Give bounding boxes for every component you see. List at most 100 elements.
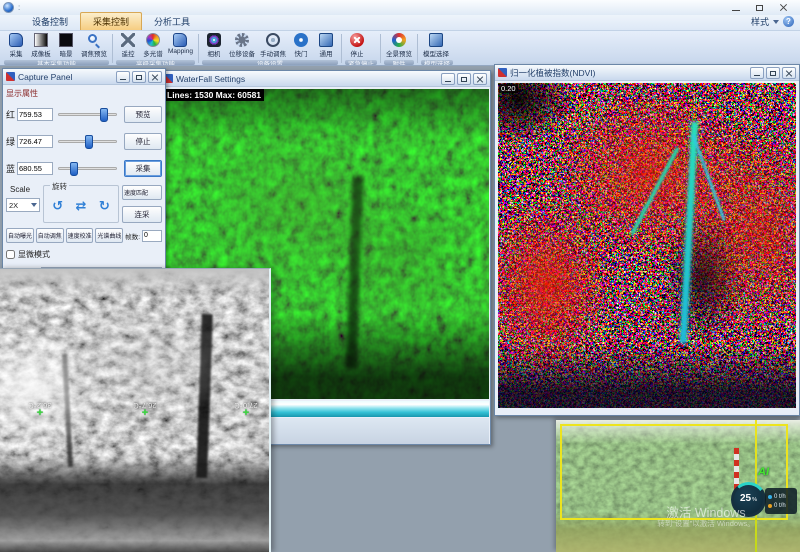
stage-device-button[interactable]: 位移设备	[227, 32, 257, 59]
maximize-button[interactable]	[457, 73, 471, 85]
ndvi-image-view[interactable]: 0.20	[498, 83, 796, 408]
thermal-image-view[interactable]: 36.2℃ + 26.7℃ + 27.0℃ +	[0, 269, 269, 552]
tab-device-control[interactable]: 设备控制	[20, 13, 80, 30]
flip-horizontal-icon[interactable]: ⇄	[76, 200, 87, 213]
camera-settings-button[interactable]: 相机	[202, 32, 226, 59]
speed-calibration-button[interactable]: 速度校准	[66, 228, 94, 243]
manual-focus-icon	[266, 33, 280, 47]
ndvi-value-overlay: 0.20	[499, 84, 518, 93]
rotate-group: 旋转 ↺ ⇄ ↻	[43, 185, 119, 223]
drone-icon	[121, 33, 135, 47]
button-label: 位移设备	[229, 48, 255, 58]
minimize-button[interactable]	[750, 67, 764, 79]
micro-mode-checkbox[interactable]	[6, 250, 15, 259]
ribbon-group-model-select: 模型选择 模型选择	[419, 32, 455, 65]
style-menu[interactable]: 样式	[751, 15, 769, 28]
green-slider-thumb[interactable]	[85, 135, 93, 149]
rotate-left-icon[interactable]: ↺	[52, 200, 63, 213]
blue-channel-row: 蓝 采集	[6, 155, 162, 182]
monitor-icon	[319, 33, 333, 47]
preview-button[interactable]: 预览	[124, 106, 162, 123]
close-button[interactable]	[148, 71, 162, 83]
model-select-button[interactable]: 模型选择	[421, 32, 451, 59]
button-label: 相机	[207, 48, 220, 58]
stop-button[interactable]: 停止	[124, 133, 162, 150]
scale-value: 2X	[9, 201, 18, 210]
close-button[interactable]	[782, 67, 796, 79]
capture-button[interactable]: 采集	[4, 32, 28, 59]
app-window: : 设备控制 采集控制 分析工具 样式 ? 采集 成像板 暗景 调焦预览 基本采…	[0, 0, 800, 552]
lines-max-overlay: Lines: 1530 Max: 60581	[164, 89, 264, 101]
group-label: 基本采集功能	[4, 60, 109, 65]
display-properties-label: 显示属性	[6, 88, 162, 99]
blue-slider-thumb[interactable]	[70, 162, 78, 176]
group-label: 高级采集功能	[116, 60, 195, 65]
help-icon[interactable]: ?	[783, 16, 794, 27]
spectral-curve-button[interactable]: 光谱曲线	[95, 228, 123, 243]
micro-mode-label: 显微模式	[18, 249, 50, 260]
minimize-button[interactable]	[727, 2, 745, 14]
group-label: 附件	[384, 60, 414, 65]
ndvi-window: 归一化植被指数(NDVI)	[494, 64, 800, 416]
imaging-board-button[interactable]: 成像板	[29, 32, 53, 59]
model-monitor-icon	[429, 33, 443, 47]
blue-slider[interactable]	[58, 167, 117, 170]
scale-label: Scale	[6, 185, 40, 194]
shutter-button[interactable]: 快门	[289, 32, 313, 59]
blue-wavelength-input[interactable]	[17, 162, 53, 175]
maximize-button[interactable]	[132, 71, 146, 83]
panorama-preview-button[interactable]: 全景预览	[384, 32, 414, 59]
auto-exposure-button[interactable]: 自动曝光	[6, 228, 34, 243]
mapping-button[interactable]: Mapping	[166, 32, 195, 56]
focus-preview-button[interactable]: 调焦预览	[79, 32, 109, 59]
button-label: Mapping	[168, 48, 193, 55]
video-view[interactable]: AI 25 % 0 t/h 0 t/h 激活 Windows 转到“设置”以激活…	[556, 420, 800, 552]
minimize-button[interactable]	[116, 71, 130, 83]
maximize-button[interactable]	[751, 2, 769, 14]
ribbon-group-advanced-capture: 遥控 多光谱 Mapping 高级采集功能	[114, 32, 197, 65]
crosshair-icon: +	[125, 410, 165, 417]
minimize-button[interactable]	[441, 73, 455, 85]
tab-analysis-tools[interactable]: 分析工具	[142, 13, 202, 30]
close-button[interactable]	[775, 2, 793, 14]
waterfall-titlebar[interactable]: WaterFall Settings	[161, 71, 490, 87]
multispectral-button[interactable]: 多光谱	[141, 32, 165, 59]
button-label: 调焦预览	[81, 48, 107, 58]
red-slider[interactable]	[58, 113, 117, 116]
ribbon-group-basic-capture: 采集 成像板 暗景 调焦预览 基本采集功能	[2, 32, 111, 65]
general-settings-button[interactable]: 通用	[314, 32, 338, 59]
capture-panel-titlebar[interactable]: Capture Panel	[3, 69, 165, 85]
ribbon-group-accessories: 全景预览 附件	[382, 32, 416, 65]
close-button[interactable]	[473, 73, 487, 85]
rotate-right-icon[interactable]: ↻	[99, 200, 110, 213]
ribbon-group-device-settings: 相机 位移设备 手动调焦 快门 通用 设备设置	[200, 32, 340, 65]
red-wavelength-input[interactable]	[17, 108, 53, 121]
ai-label: AI	[758, 466, 769, 478]
green-wavelength-input[interactable]	[17, 135, 53, 148]
app-logo-icon[interactable]	[3, 2, 14, 13]
red-slider-thumb[interactable]	[100, 108, 108, 122]
speed-match-button[interactable]: 速度匹配	[122, 185, 162, 200]
ndvi-titlebar[interactable]: 归一化植被指数(NDVI)	[495, 65, 799, 81]
ribbon-toolbar: 采集 成像板 暗景 调焦预览 基本采集功能 遥控 多光谱 Mapping 高级采…	[0, 31, 800, 66]
crosshair-icon: +	[20, 410, 60, 417]
maximize-button[interactable]	[766, 67, 780, 79]
remote-control-button[interactable]: 遥控	[116, 32, 140, 59]
frames-input[interactable]	[142, 230, 162, 242]
capture-button[interactable]: 采集	[124, 160, 162, 177]
magnifier-icon	[87, 33, 101, 47]
auto-focus-button[interactable]: 自动调焦	[36, 228, 64, 243]
gear-icon	[235, 33, 249, 47]
green-slider[interactable]	[58, 140, 117, 143]
manual-focus-button[interactable]: 手动调焦	[258, 32, 288, 59]
camera-lens-icon	[207, 33, 221, 47]
window-title: Capture Panel	[18, 72, 72, 82]
stop-button[interactable]: 停止	[345, 32, 369, 59]
stat-row: 0 t/h	[768, 494, 797, 500]
continuous-capture-button[interactable]: 连采	[122, 206, 162, 223]
tab-acquisition-control[interactable]: 采集控制	[80, 12, 142, 30]
ribbon-tabs-row: 设备控制 采集控制 分析工具 样式 ?	[0, 15, 800, 31]
dark-frame-button[interactable]: 暗景	[54, 32, 78, 59]
scale-select[interactable]: 2X	[6, 198, 40, 212]
group-separator	[198, 34, 199, 63]
